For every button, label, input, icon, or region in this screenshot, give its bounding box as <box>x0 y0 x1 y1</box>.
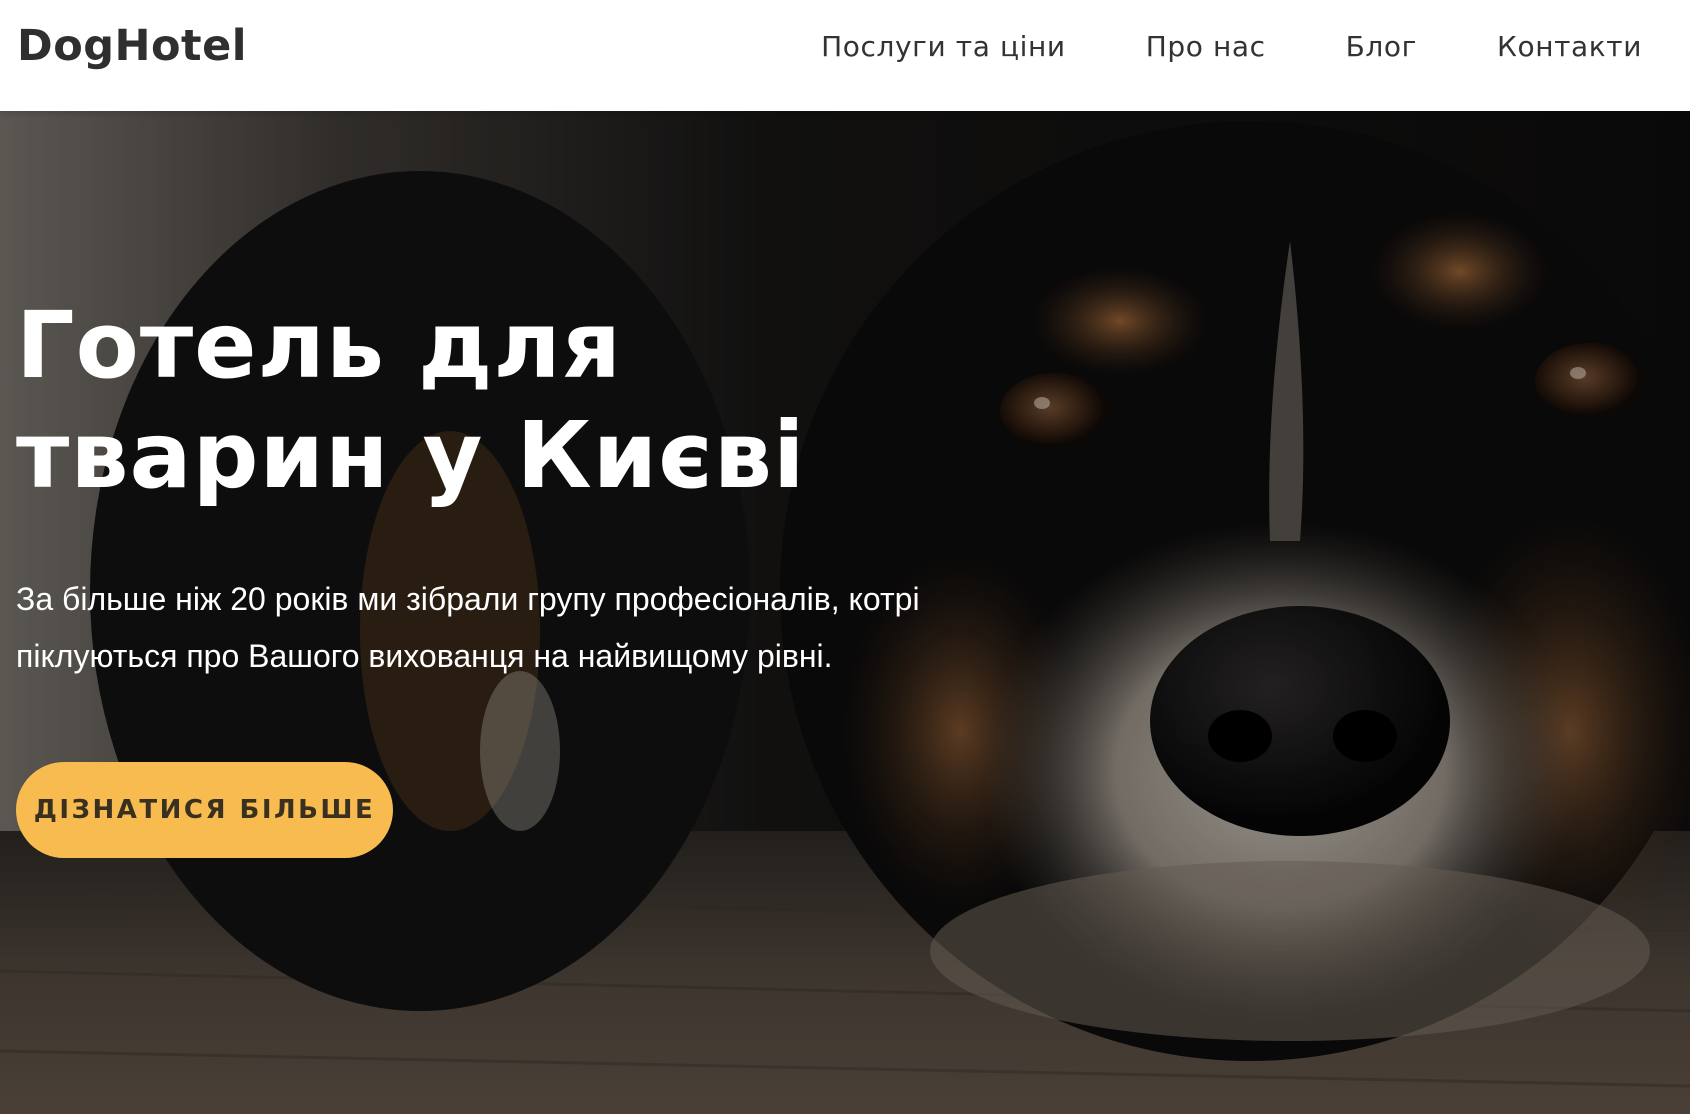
site-header: DogHotel Послуги та ціни Про нас Блог Ко… <box>0 0 1690 111</box>
hero-subtitle: За більше ніж 20 років ми зібрали групу … <box>16 581 920 674</box>
hero-section: Готель для тварин у Києві За більше ніж … <box>0 111 1690 1114</box>
nav-link-about[interactable]: Про нас <box>1146 30 1266 63</box>
main-nav: Послуги та ціни Про нас Блог Контакти <box>821 28 1642 64</box>
nav-link-services[interactable]: Послуги та ціни <box>821 30 1066 63</box>
site-logo[interactable]: DogHotel <box>17 20 247 72</box>
learn-more-button[interactable]: ДІЗНАТИСЯ БІЛЬШЕ <box>16 762 393 858</box>
nav-link-blog[interactable]: Блог <box>1346 30 1417 63</box>
nav-link-contacts[interactable]: Контакти <box>1497 30 1642 63</box>
hero-title: Готель для тварин у Києві <box>16 292 806 509</box>
